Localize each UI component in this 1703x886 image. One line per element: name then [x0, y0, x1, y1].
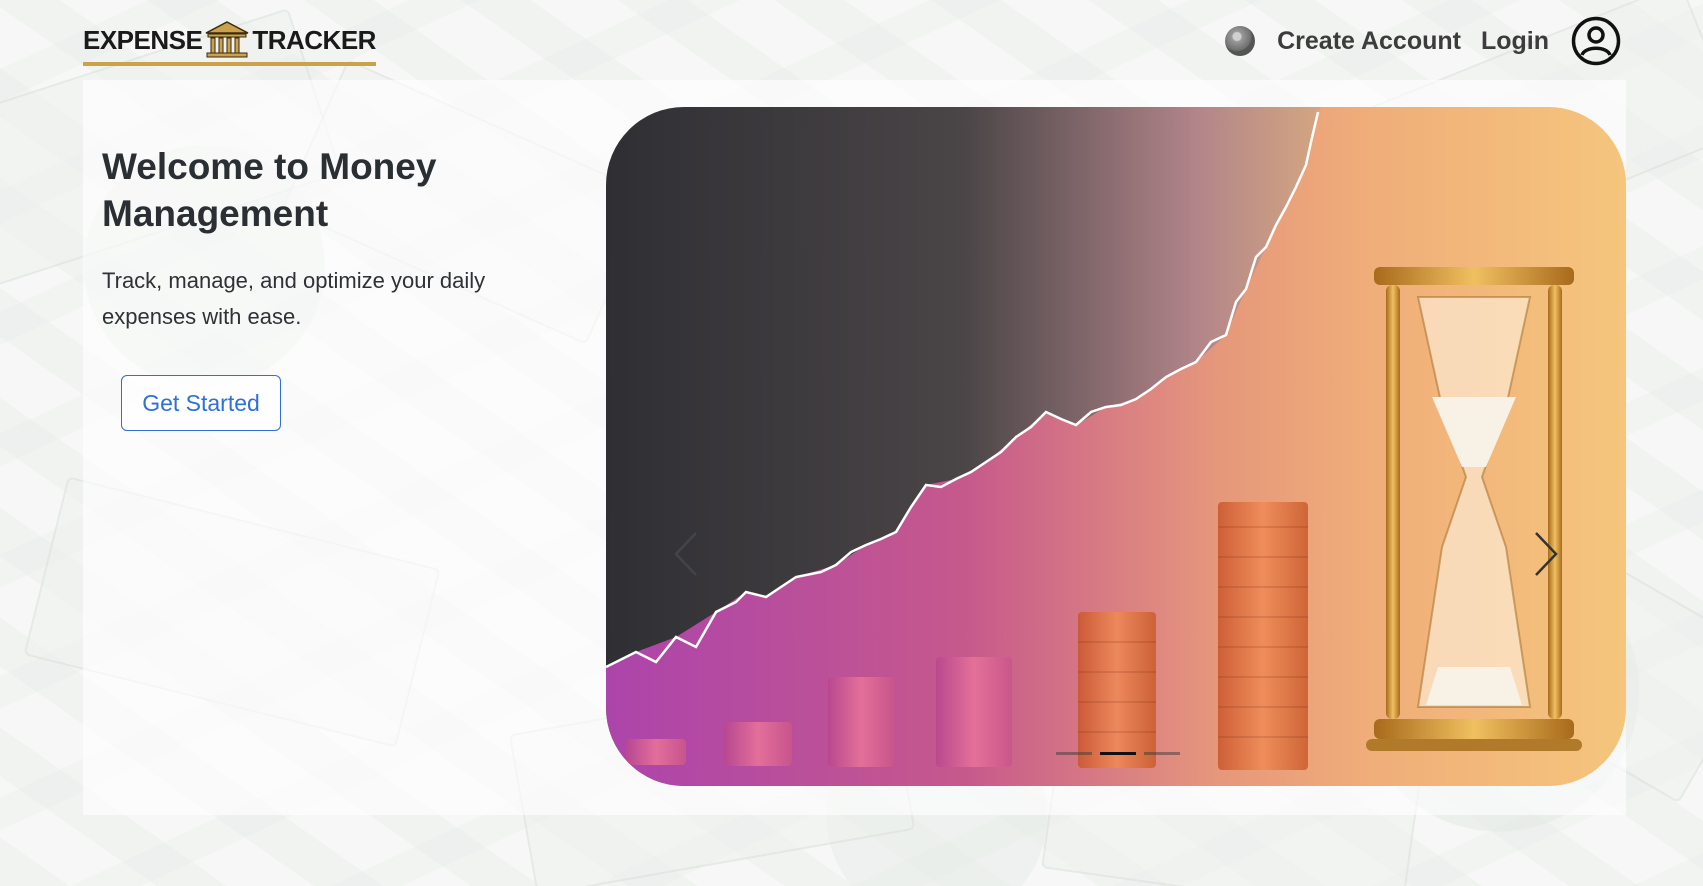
user-circle-icon[interactable]: [1571, 16, 1621, 66]
carousel-indicator-2[interactable]: [1100, 752, 1136, 755]
logo-left-word: EXPENSE: [83, 25, 203, 55]
hero-carousel: [606, 107, 1626, 786]
logo-right-word: TRACKER: [252, 25, 376, 55]
top-navbar: EXPENSE TRACKER Create Account Login: [0, 0, 1703, 80]
hero-tagline: Track, manage, and optimize your daily e…: [102, 268, 486, 329]
chevron-left-icon[interactable]: [666, 527, 706, 581]
carousel-indicators: [1056, 752, 1180, 755]
login-link[interactable]: Login: [1481, 27, 1549, 56]
carousel-indicator-1[interactable]: [1056, 752, 1092, 755]
moon-icon[interactable]: [1225, 26, 1256, 56]
logo-underline: [83, 62, 376, 66]
carousel-indicator-3[interactable]: [1144, 752, 1180, 755]
chevron-right-icon[interactable]: [1526, 527, 1566, 581]
brand-logo[interactable]: EXPENSE TRACKER: [83, 20, 376, 66]
create-account-link[interactable]: Create Account: [1277, 27, 1461, 56]
bank-icon: [205, 21, 249, 58]
get-started-button[interactable]: Get Started: [121, 375, 281, 431]
growth-chart-image: [606, 107, 1626, 786]
nav-links: Create Account Login: [1225, 16, 1621, 66]
hero-title: Welcome to Money Management: [102, 146, 437, 234]
